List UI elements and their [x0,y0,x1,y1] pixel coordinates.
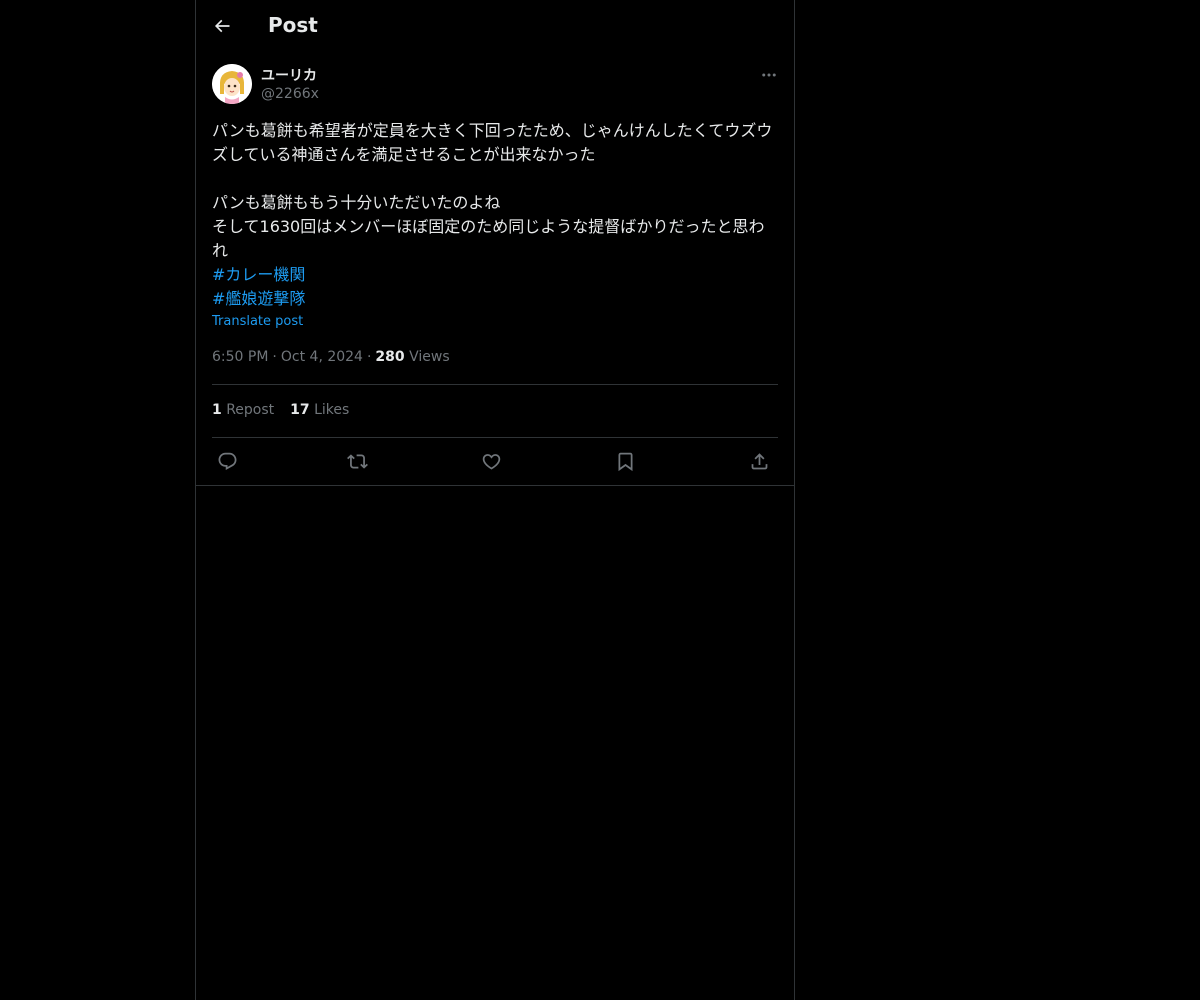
heart-icon [482,453,500,470]
action-bar [212,444,778,478]
avatar[interactable] [212,64,252,104]
post-time[interactable]: 6:50 PM [212,349,268,365]
reply-icon [218,452,236,470]
post-paragraph: パンも葛餅も希望者が定員を大きく下回ったため、じゃんけんしたくてウズウズしている… [212,121,773,164]
views-count: 280 [375,349,405,365]
page-title: Post [268,13,318,37]
more-button[interactable] [756,64,782,86]
post-text: パンも葛餅も希望者が定員を大きく下回ったため、じゃんけんしたくてウズウズしている… [212,119,778,311]
repost-icon [346,453,368,469]
post-meta: 6:50 PM · Oct 4, 2024 · 280 Views [212,349,450,365]
more-horizontal-icon [762,73,776,77]
repost-button[interactable] [342,444,372,478]
share-button[interactable] [744,444,774,478]
divider [212,384,778,385]
share-icon [751,452,767,469]
likes-label: Likes [314,402,350,418]
likes-stat[interactable]: 17 Likes [290,402,349,418]
separator-dot: · [366,349,372,365]
post-paragraph: パンも葛餅ももう十分いただいたのよね [212,193,501,212]
like-button[interactable] [476,444,506,478]
bookmark-icon [618,452,632,471]
divider [196,485,794,486]
views-label: Views [409,349,450,365]
reply-button[interactable] [212,444,242,478]
translate-post-link[interactable]: Translate post [212,314,303,329]
hashtag-link[interactable]: #艦娘遊撃隊 [212,287,778,311]
post-date[interactable]: Oct 4, 2024 [281,349,363,365]
separator-dot: · [272,349,277,365]
avatar-image [212,64,252,104]
arrow-left-icon [214,19,230,33]
engagement-stats: 1 Repost 17 Likes [212,402,365,418]
post-paragraph: そして1630回はメンバーほぼ固定のため同じような提督ばかりだったと思われ [212,217,765,260]
author-handle[interactable]: @2266x [261,86,319,102]
bookmark-button[interactable] [610,444,640,478]
author-name[interactable]: ユーリカ [261,65,317,85]
reposts-stat[interactable]: 1 Repost [212,402,274,418]
likes-count: 17 [290,402,310,418]
post-detail-column: Post ユーリカ @2266x パンも葛餅も希望者が定員を大きく下回ったため、… [195,0,795,1000]
hashtag-link[interactable]: #カレー機関 [212,263,778,287]
reposts-label: Repost [226,402,275,418]
top-bar: Post [196,0,794,53]
divider [212,437,778,438]
back-button[interactable] [208,12,236,40]
reposts-count: 1 [212,402,222,418]
